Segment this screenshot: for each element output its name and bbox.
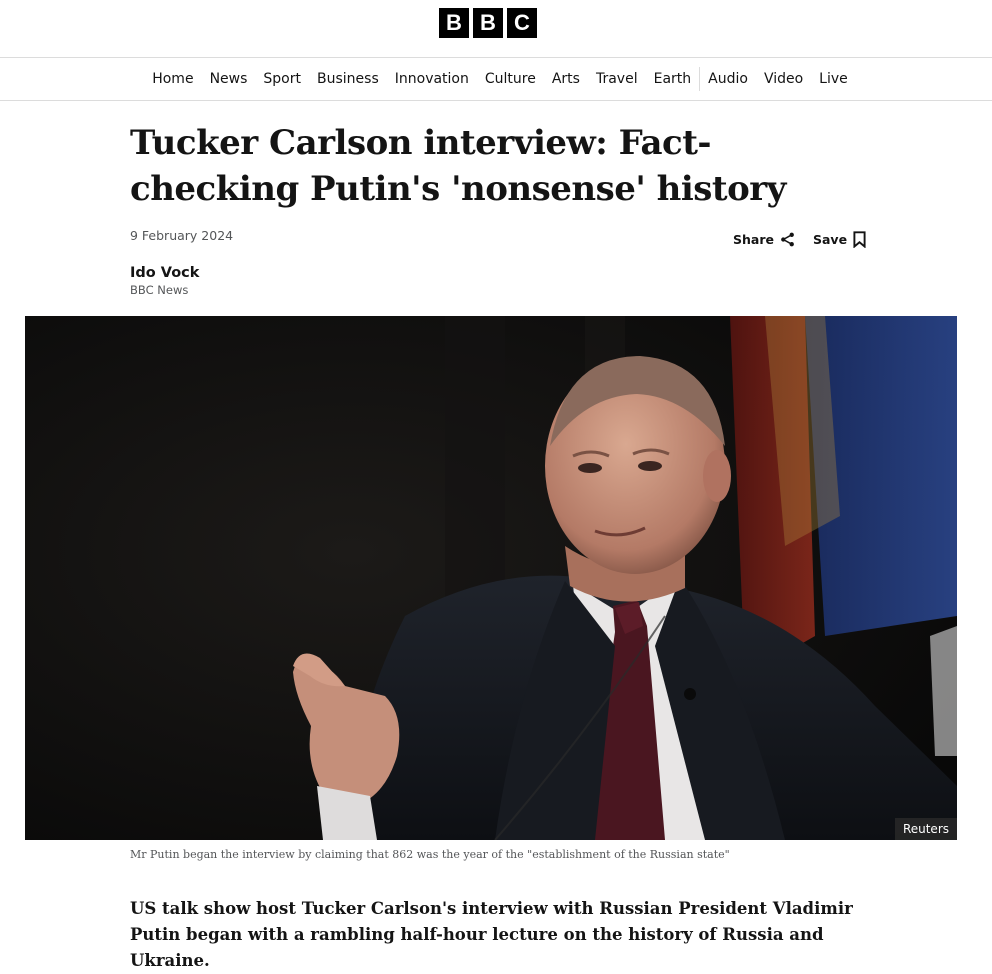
main-nav: Home News Sport Business Innovation Cult… <box>0 58 992 101</box>
nav-item-innovation[interactable]: Innovation <box>387 58 477 100</box>
share-button[interactable]: Share <box>733 232 795 247</box>
author-name: Ido Vock <box>130 265 200 281</box>
save-label: Save <box>812 232 848 247</box>
logo-letter: B <box>439 8 469 38</box>
image-caption: Mr Putin began the interview by claiming… <box>130 848 730 861</box>
article-date: 9 February 2024 <box>130 228 234 243</box>
nav-item-business[interactable]: Business <box>309 58 387 100</box>
bbc-logo[interactable]: B B C <box>439 8 537 38</box>
share-icon <box>781 232 794 247</box>
byline: Ido Vock BBC News <box>130 265 199 297</box>
nav-item-news[interactable]: News <box>202 58 256 100</box>
nav-item-live[interactable]: Live <box>811 58 856 100</box>
masthead: B B C <box>0 0 992 58</box>
author-org: BBC News <box>130 283 189 297</box>
nav-item-video[interactable]: Video <box>756 58 811 100</box>
nav-item-audio[interactable]: Audio <box>700 58 756 100</box>
logo-letter: B <box>473 8 503 38</box>
nav-item-earth[interactable]: Earth <box>646 58 700 100</box>
article-headline: Tucker Carlson interview: Fact-checking … <box>130 123 786 209</box>
nav-item-arts[interactable]: Arts <box>544 58 588 100</box>
nav-item-sport[interactable]: Sport <box>255 58 309 100</box>
article-actions: Share Save <box>733 231 866 248</box>
image-credit: Reuters <box>894 818 957 840</box>
save-button[interactable]: Save <box>813 231 866 248</box>
hero-image: Reuters <box>25 316 957 840</box>
share-label: Share <box>733 232 774 247</box>
hero-photo <box>25 316 957 840</box>
nav-item-culture[interactable]: Culture <box>477 58 544 100</box>
article-lede: US talk show host Tucker Carlson's inter… <box>130 899 853 970</box>
bookmark-icon <box>853 231 866 248</box>
logo-letter: C <box>507 8 537 38</box>
nav-item-travel[interactable]: Travel <box>588 58 646 100</box>
nav-item-home[interactable]: Home <box>144 58 201 100</box>
